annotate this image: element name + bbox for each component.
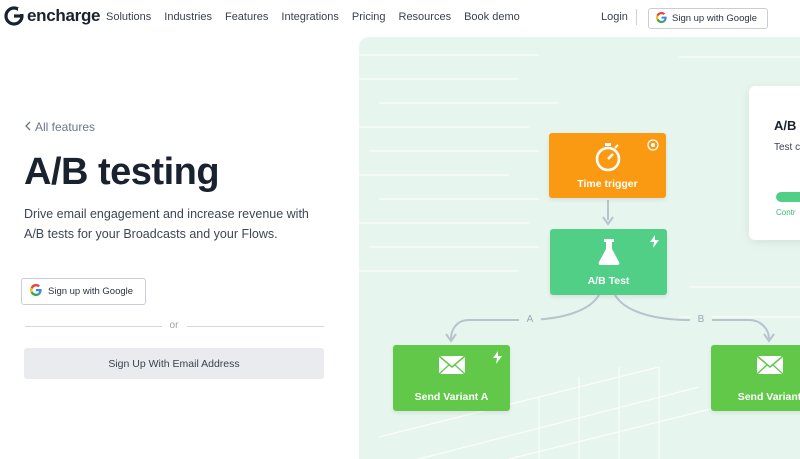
ab-test-label: A/B Test (587, 275, 630, 287)
nav-link-solutions[interactable]: Solutions (106, 11, 151, 23)
nav-link-pricing[interactable]: Pricing (352, 11, 386, 23)
nav-link-resources[interactable]: Resources (399, 11, 452, 23)
send-variant-b-node[interactable]: Send Variant (711, 345, 800, 411)
time-trigger-node[interactable]: Time trigger (549, 133, 666, 198)
nav-link-industries[interactable]: Industries (164, 11, 212, 23)
side-card-progress-bar (776, 192, 800, 202)
back-link-label: All features (35, 120, 96, 134)
side-card-subtitle: Test c (774, 142, 800, 153)
stopwatch-icon (594, 142, 622, 175)
ab-test-settings-card: A/B Test c Contr (749, 86, 800, 240)
send-variant-a-node[interactable]: Send Variant A (393, 345, 510, 411)
side-card-control-label: Contr (776, 208, 796, 217)
nav-links: Solutions Industries Features Integratio… (106, 11, 533, 23)
nav-divider (636, 9, 637, 25)
envelope-icon (437, 354, 466, 379)
flask-icon (597, 238, 621, 269)
google-g-icon (30, 284, 42, 299)
back-to-features-link[interactable]: All features (25, 120, 95, 134)
or-separator: or (169, 320, 179, 331)
google-g-icon (656, 11, 667, 26)
encharge-logo-icon (4, 6, 24, 26)
ab-test-node[interactable]: A/B Test (550, 229, 667, 295)
lightning-icon (649, 235, 660, 251)
send-variant-a-label: Send Variant A (414, 391, 489, 403)
divider-line-left (25, 326, 162, 327)
branch-b-label: B (690, 311, 712, 329)
nav-link-book-demo[interactable]: Book demo (464, 11, 520, 23)
login-link[interactable]: Login (601, 11, 628, 23)
divider-line-right (187, 326, 324, 327)
nav-google-signup-label: Sign up with Google (672, 13, 758, 24)
nav-link-integrations[interactable]: Integrations (281, 11, 338, 23)
email-signup-button[interactable]: Sign Up With Email Address (24, 348, 324, 379)
nav-link-features[interactable]: Features (225, 11, 268, 23)
nav-google-signup-button[interactable]: Sign up with Google (648, 8, 768, 29)
page-title: A/B testing (24, 151, 220, 193)
branch-a-label: A (519, 311, 541, 329)
send-variant-b-label: Send Variant (737, 391, 800, 403)
top-nav: encharge Solutions Industries Features I… (0, 0, 800, 36)
logo-text: encharge (27, 6, 101, 25)
logo[interactable]: encharge (4, 6, 100, 26)
flow-illustration: Time trigger A/B Test A B Send Variant A (359, 37, 800, 459)
google-signup-button[interactable]: Sign up with Google (21, 278, 146, 305)
hero-description: Drive email engagement and increase reve… (24, 207, 309, 241)
envelope-icon (755, 354, 784, 379)
target-icon (647, 139, 659, 154)
side-card-title: A/B (774, 118, 797, 133)
google-signup-label: Sign up with Google (48, 286, 134, 297)
chevron-left-icon (25, 120, 31, 134)
lightning-icon (492, 351, 503, 367)
time-trigger-label: Time trigger (577, 178, 638, 190)
